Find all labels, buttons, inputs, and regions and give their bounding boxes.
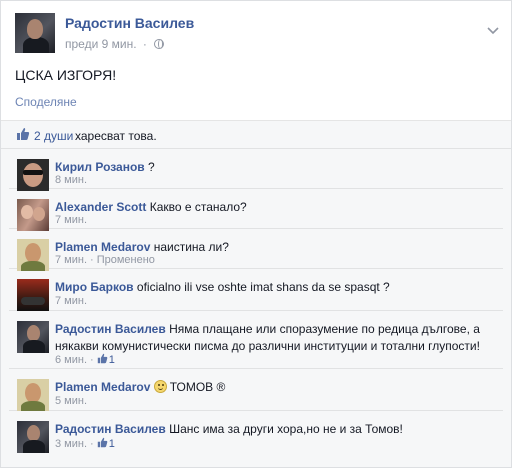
comment-like-count[interactable]: 1 xyxy=(109,354,115,366)
likes-text: харесват това. xyxy=(75,129,157,143)
post-text: ЦСКА ИЗГОРЯ! xyxy=(15,67,117,83)
chevron-down-icon[interactable] xyxy=(487,27,499,35)
like-icon[interactable] xyxy=(97,437,108,448)
author-name-link[interactable]: Радостин Василев xyxy=(65,15,194,31)
comment-body: Alexander Scott Какво е станало? xyxy=(55,199,499,216)
avatar-plamen[interactable] xyxy=(17,239,49,271)
comment-item: Миро Барков oficialno ili vse oshte imat… xyxy=(9,269,503,311)
comments-list: Кирил Розанов ? 8 мин. Alexander Scott К… xyxy=(1,149,511,467)
post-time[interactable]: преди 9 мин. xyxy=(65,37,137,51)
comment-body: Радостин Василев Шанс има за други хора,… xyxy=(55,421,499,438)
comment-time[interactable]: 3 мин. xyxy=(55,438,87,450)
comment-body: Plamen Medarov ТОМОВ ® xyxy=(55,379,499,396)
comment-time[interactable]: 7 мин. xyxy=(55,214,87,226)
likers-link[interactable]: 2 души xyxy=(34,129,73,143)
comment-meta: 5 мин. xyxy=(55,395,87,407)
comment-text: наистина ли? xyxy=(153,240,229,254)
avatar-radostin[interactable] xyxy=(17,321,49,353)
commenter-name[interactable]: Кирил Розанов xyxy=(55,160,145,174)
comment-body: Миро Барков oficialno ili vse oshte imat… xyxy=(55,279,499,296)
comment-text: ТОМОВ ® xyxy=(169,380,226,394)
author-avatar[interactable] xyxy=(15,13,55,53)
comment-time[interactable]: 5 мин. xyxy=(55,395,87,407)
edited-link[interactable]: Променено xyxy=(97,254,155,266)
comment-item: Plamen Medarov ТОМОВ ® 5 мин. xyxy=(9,369,503,411)
like-icon[interactable] xyxy=(97,353,108,364)
commenter-name[interactable]: Plamen Medarov xyxy=(55,240,150,254)
avatar-kiril[interactable] xyxy=(17,159,49,191)
comment-item: Кирил Розанов ? 8 мин. xyxy=(9,149,503,191)
post-card: Радостин Василев преди 9 мин. · ЦСКА ИЗГ… xyxy=(0,0,512,468)
comment-item: Радостин Василев Няма плащане или спораз… xyxy=(9,311,503,369)
avatar-alexander[interactable] xyxy=(17,199,49,231)
comment-meta: 8 мин. xyxy=(55,174,87,186)
comment-item: Радостин Василев Шанс има за други хора,… xyxy=(9,411,503,457)
comment-time[interactable]: 7 мин. xyxy=(55,295,87,307)
comment-text: oficialno ili vse oshte imat shans da se… xyxy=(136,280,390,294)
like-icon xyxy=(17,128,30,140)
avatar-plamen[interactable] xyxy=(17,379,49,411)
commenter-name[interactable]: Alexander Scott xyxy=(55,200,146,214)
comment-meta: 7 мин. · Променено xyxy=(55,254,155,266)
comment-time[interactable]: 7 мин. xyxy=(55,254,87,266)
comment-meta: 3 мин. · 1 xyxy=(55,437,115,450)
comment-time[interactable]: 6 мин. xyxy=(55,354,87,366)
smile-icon xyxy=(153,380,167,393)
comment-item: Alexander Scott Какво е станало? 7 мин. xyxy=(9,189,503,231)
comment-text: Какво е станало? xyxy=(149,200,247,214)
comment-meta: 7 мин. xyxy=(55,214,87,226)
comment-item: Plamen Medarov наистина ли? 7 мин. · Проме… xyxy=(9,229,503,271)
commenter-name[interactable]: Радостин Василев xyxy=(55,422,166,436)
commenter-name[interactable]: Миро Барков xyxy=(55,280,134,294)
comment-text: ? xyxy=(148,160,155,174)
avatar-radostin[interactable] xyxy=(17,421,49,453)
post-meta: преди 9 мин. · xyxy=(65,37,165,51)
post-header: Радостин Василев преди 9 мин. · xyxy=(15,13,511,55)
globe-icon[interactable] xyxy=(154,39,165,49)
comment-time[interactable]: 8 мин. xyxy=(55,174,87,186)
commenter-name[interactable]: Plamen Medarov xyxy=(55,380,150,394)
commenter-name[interactable]: Радостин Василев xyxy=(55,322,166,336)
comment-body: Кирил Розанов ? xyxy=(55,159,499,176)
comment-like-count[interactable]: 1 xyxy=(109,438,115,450)
meta-separator: · xyxy=(142,37,147,51)
comment-text: Шанс има за други хора,но не и за Томов! xyxy=(169,422,403,436)
comment-meta: 7 мин. xyxy=(55,295,87,307)
avatar-miro[interactable] xyxy=(17,279,49,311)
comment-body: Радостин Василев Няма плащане или спораз… xyxy=(55,321,499,355)
comment-meta: 6 мин. · 1 xyxy=(55,353,115,366)
share-link[interactable]: Споделяне xyxy=(15,95,77,109)
likes-summary: 2 души харесват това. xyxy=(1,121,511,149)
